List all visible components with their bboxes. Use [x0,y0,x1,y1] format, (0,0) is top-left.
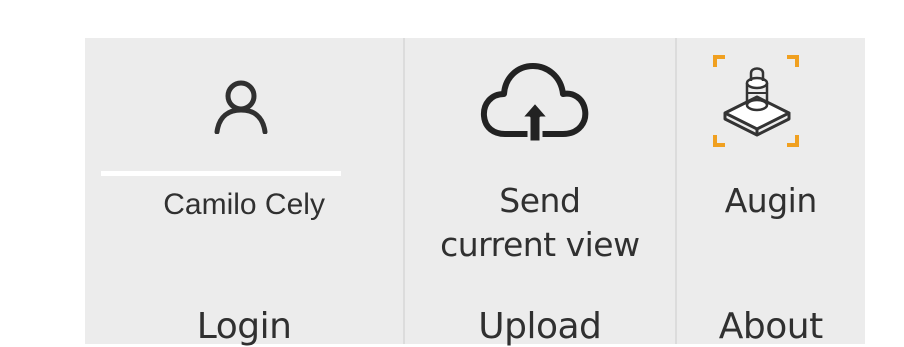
login-user-name: Camilo Cely [163,188,325,221]
ribbon-panel: Camilo Cely Login Send current view Uplo… [85,38,866,347]
label-top-edge [101,171,341,176]
send-label-line2: current view [440,225,640,264]
group-label-about: About [718,306,823,347]
send-current-view-button[interactable]: Send current view [405,38,674,278]
user-icon [213,80,269,134]
send-label-line1: Send [499,181,581,220]
augin-logo-icon [711,53,801,149]
group-label-upload: Upload [478,306,602,347]
cloud-upload-icon [477,62,593,144]
ribbon-group-about: Augin About [674,38,866,347]
augin-button[interactable]: Augin [677,38,866,278]
augin-label: Augin [724,181,818,220]
send-current-view-label: Send current view [405,179,674,267]
group-label-login: Login [196,306,292,347]
ribbon-group-login: Camilo Cely Login [85,38,403,347]
login-button[interactable]: Camilo Cely [85,38,403,278]
ribbon-group-upload: Send current view Upload [403,38,674,347]
